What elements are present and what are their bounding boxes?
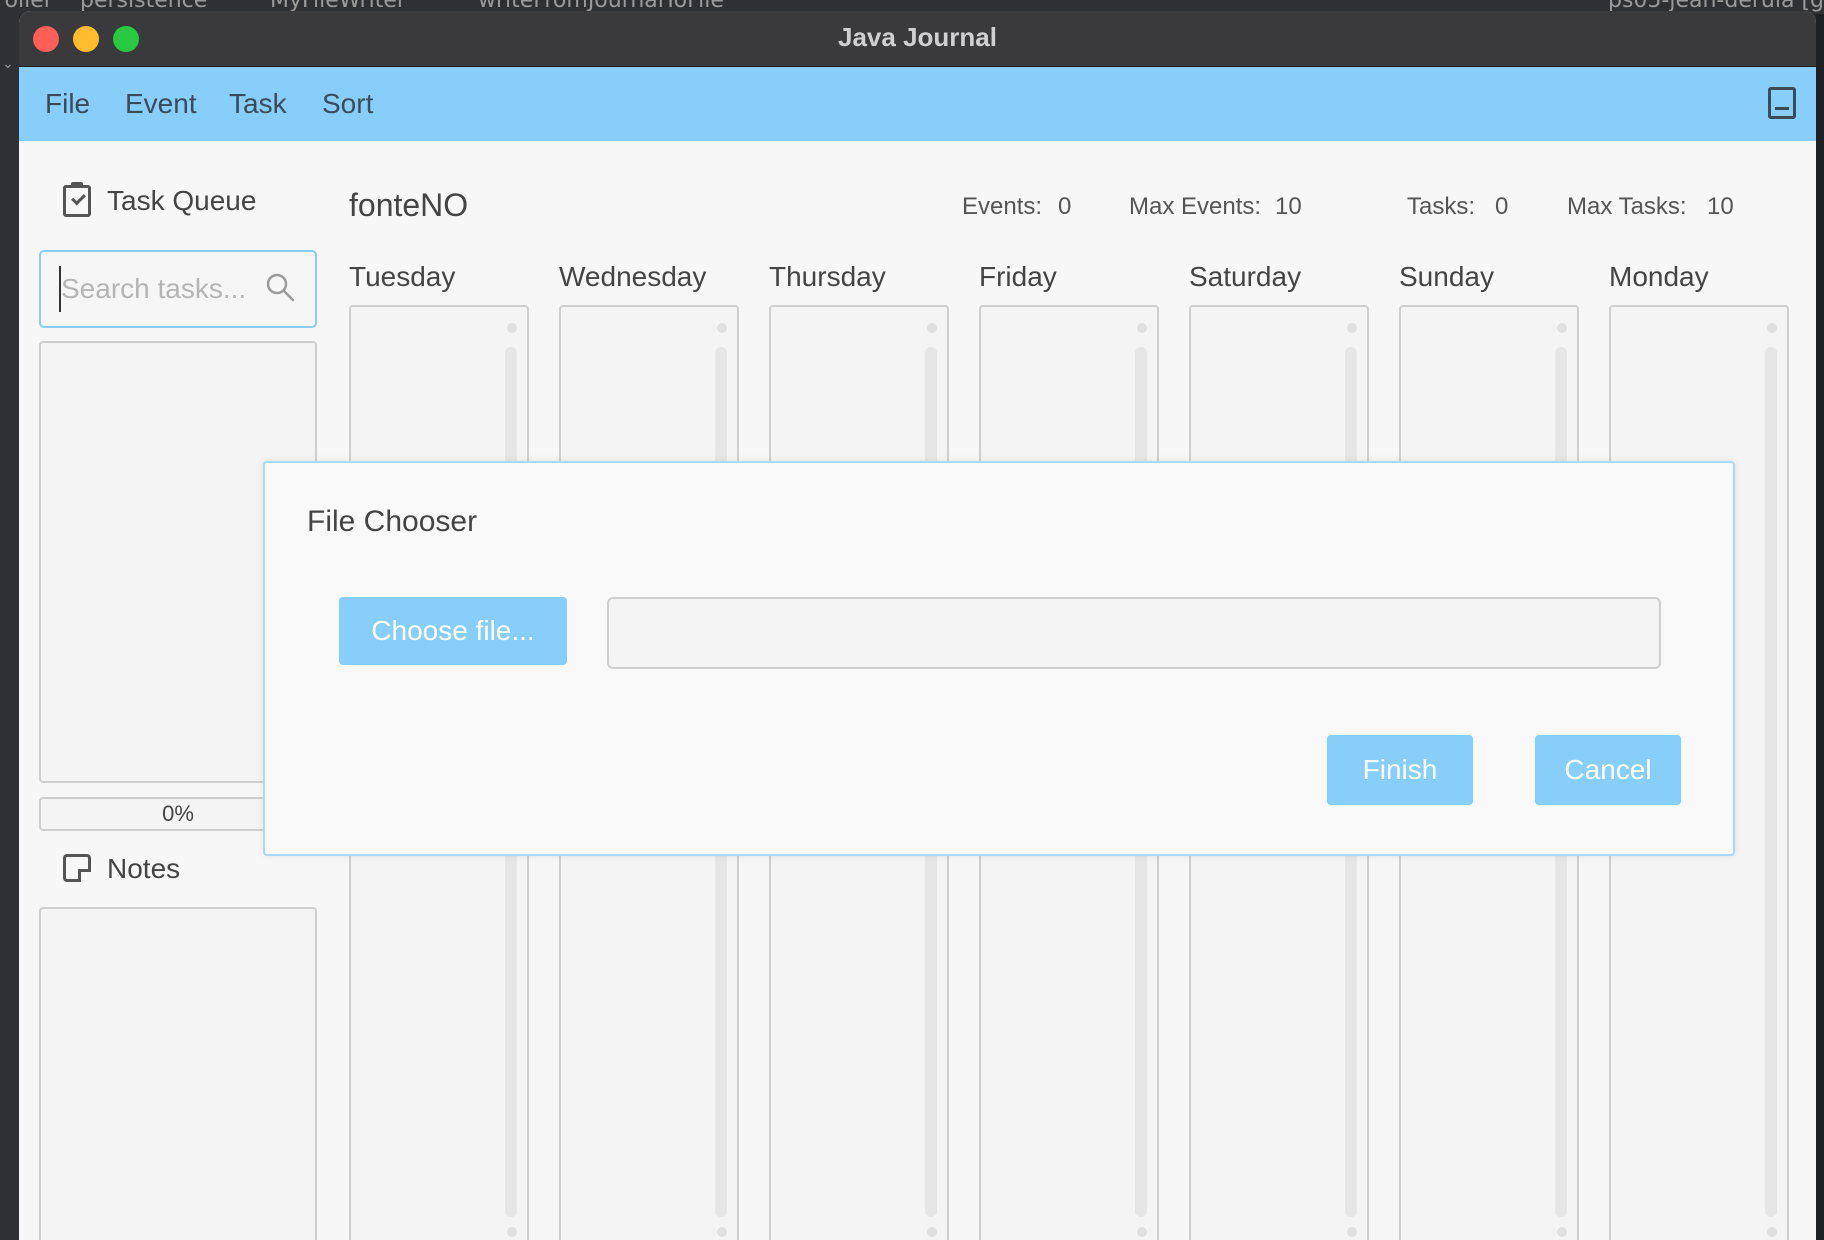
collapse-icon: ⌄ xyxy=(2,55,14,71)
ide-breadcrumb-fragment: MyFileWriter xyxy=(270,0,406,13)
window-title: Java Journal xyxy=(838,22,997,52)
note-icon xyxy=(63,854,91,882)
tasks-label: Tasks: xyxy=(1407,193,1476,220)
dialog-title: File Chooser xyxy=(307,505,478,538)
menu-bar: File Event Task Sort xyxy=(19,67,1816,141)
task-queue-label: Task Queue xyxy=(107,185,257,216)
max-events-value: 10 xyxy=(1275,193,1302,220)
day-label-wednesday: Wednesday xyxy=(559,261,707,292)
cancel-button[interactable]: Cancel xyxy=(1535,735,1681,805)
ide-side-gutter: ⌄ xyxy=(0,14,19,1240)
ide-breadcrumb-fragment: roller xyxy=(0,0,53,13)
file-path-field[interactable] xyxy=(607,597,1661,669)
max-tasks-value: 10 xyxy=(1707,193,1734,220)
window-titlebar: Java Journal xyxy=(19,11,1816,67)
ide-breadcrumb-fragment: persistence xyxy=(80,0,208,13)
day-label-monday: Monday xyxy=(1609,261,1709,292)
day-label-tuesday: Tuesday xyxy=(349,261,456,292)
notes-label: Notes xyxy=(107,853,181,884)
finish-button[interactable]: Finish xyxy=(1327,735,1473,805)
scrollbar[interactable] xyxy=(1765,347,1777,1217)
ide-breadcrumb-fragment: ps05-jean-derula [g xyxy=(1608,0,1824,13)
book-icon[interactable] xyxy=(1768,87,1796,119)
day-label-saturday: Saturday xyxy=(1189,261,1302,292)
events-label: Events: xyxy=(962,193,1043,220)
file-chooser-dialog: File Chooser Choose file... Finish Cance… xyxy=(263,461,1735,856)
task-search-box xyxy=(39,250,317,328)
day-label-friday: Friday xyxy=(979,261,1057,292)
ide-right-gutter xyxy=(1816,14,1824,1240)
notes-area[interactable] xyxy=(39,907,317,1240)
tasks-value: 0 xyxy=(1495,193,1509,220)
ide-breadcrumb-fragment: writeFromJournalToFile xyxy=(478,0,724,13)
max-tasks-label: Max Tasks: xyxy=(1567,193,1687,220)
clipboard-check-icon xyxy=(63,182,91,217)
day-label-sunday: Sunday xyxy=(1399,261,1494,292)
day-label-thursday: Thursday xyxy=(769,261,886,292)
menu-file[interactable]: File xyxy=(45,67,90,141)
journal-title: fonteNO xyxy=(349,187,469,223)
choose-file-button[interactable]: Choose file... xyxy=(339,597,567,665)
events-value: 0 xyxy=(1058,193,1072,220)
menu-sort[interactable]: Sort xyxy=(322,67,373,141)
menu-task[interactable]: Task xyxy=(229,67,287,141)
app-window: Java Journal File Event Task Sort Task Q… xyxy=(19,11,1816,1240)
search-input[interactable] xyxy=(59,266,249,312)
menu-event[interactable]: Event xyxy=(125,67,197,141)
max-events-label: Max Events: xyxy=(1129,193,1262,220)
search-icon[interactable] xyxy=(265,272,295,302)
